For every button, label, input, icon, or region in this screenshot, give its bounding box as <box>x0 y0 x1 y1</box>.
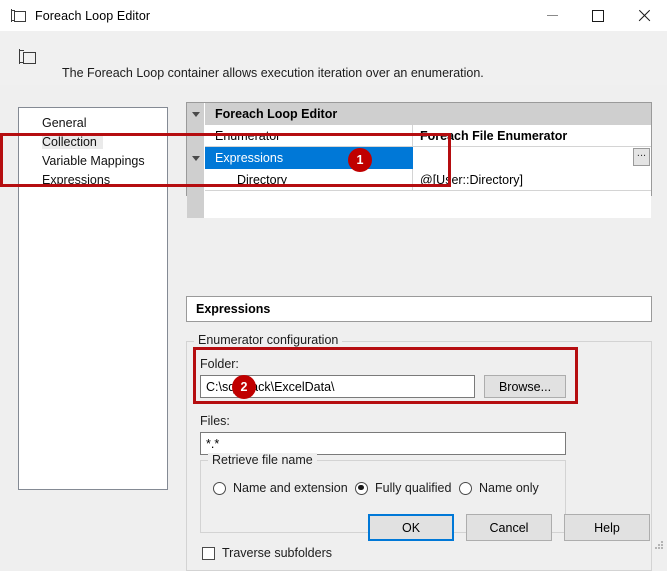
sidebar-item-label: Collection <box>42 135 103 149</box>
maximize-button[interactable] <box>575 0 621 31</box>
property-value-enumerator[interactable]: Foreach File Enumerator <box>413 125 651 147</box>
expander-cell <box>187 169 205 191</box>
radio-name-only[interactable]: Name only <box>459 481 539 495</box>
expander-cell[interactable] <box>187 103 205 125</box>
folder-input-value: C:\sqlshack\ExcelData\ <box>206 380 335 394</box>
window-title: Foreach Loop Editor <box>35 9 150 23</box>
radio-label: Name only <box>479 481 539 495</box>
window-controls <box>529 0 667 31</box>
property-grid-category-label: Foreach Loop Editor <box>205 103 651 125</box>
sidebar-item-collection[interactable]: Collection <box>19 133 167 152</box>
folder-label: Folder: <box>200 357 239 371</box>
property-value-directory[interactable]: @[User::Directory] <box>413 169 651 191</box>
loop-container-icon <box>18 48 36 66</box>
retrieve-file-name-legend: Retrieve file name <box>208 453 317 467</box>
chevron-down-icon[interactable] <box>192 112 200 117</box>
property-value-expressions[interactable]: ... <box>413 147 651 169</box>
property-grid-category-row[interactable]: Foreach Loop Editor <box>187 103 651 125</box>
close-button[interactable] <box>621 0 667 31</box>
property-grid[interactable]: Foreach Loop Editor Enumerator Foreach F… <box>186 102 652 196</box>
right-pane: Foreach Loop Editor Enumerator Foreach F… <box>186 102 652 196</box>
expander-cell <box>187 125 205 147</box>
sidebar-item-label: Expressions <box>42 173 110 187</box>
chevron-down-icon[interactable] <box>192 156 200 161</box>
sidebar-item-general[interactable]: General <box>19 114 167 133</box>
cancel-button[interactable]: Cancel <box>466 514 552 541</box>
enumerator-configuration-legend: Enumerator configuration <box>194 333 342 347</box>
files-input[interactable]: *.* <box>200 432 566 455</box>
description-banner: The Foreach Loop container allows execut… <box>0 31 667 85</box>
traverse-subfolders-checkbox[interactable]: Traverse subfolders <box>202 546 332 560</box>
ok-button[interactable]: OK <box>368 514 454 541</box>
table-row[interactable]: Expressions ... <box>187 147 651 169</box>
folder-input[interactable]: C:\sqlshack\ExcelData\ <box>200 375 475 398</box>
expressions-section-label: Expressions <box>196 302 270 316</box>
sidebar-item-label: General <box>42 116 86 130</box>
property-name-enumerator: Enumerator <box>205 125 413 147</box>
files-input-value: *.* <box>206 437 219 451</box>
radio-label: Name and extension <box>233 481 348 495</box>
sidebar-item-label: Variable Mappings <box>42 154 145 168</box>
minimize-button[interactable] <box>529 0 575 31</box>
ellipsis-button[interactable]: ... <box>633 148 650 166</box>
banner-description: The Foreach Loop container allows execut… <box>62 66 484 80</box>
table-row[interactable]: Directory @[User::Directory] <box>187 169 651 191</box>
sidebar-item-expressions[interactable]: Expressions <box>19 171 167 190</box>
files-label: Files: <box>200 414 230 428</box>
loop-container-icon <box>10 8 26 24</box>
radio-icon[interactable] <box>459 482 472 495</box>
resize-grip[interactable] <box>655 541 664 550</box>
radio-icon-selected[interactable] <box>355 482 368 495</box>
expressions-section-header: Expressions <box>186 296 652 322</box>
radio-icon[interactable] <box>213 482 226 495</box>
table-row[interactable]: Enumerator Foreach File Enumerator <box>187 125 651 147</box>
radio-label: Fully qualified <box>375 481 451 495</box>
page-list[interactable]: General Collection Variable Mappings Exp… <box>18 107 168 490</box>
sidebar-item-variable-mappings[interactable]: Variable Mappings <box>19 152 167 171</box>
checkbox-icon[interactable] <box>202 547 215 560</box>
browse-button[interactable]: Browse... <box>484 375 566 398</box>
property-name-directory: Directory <box>205 169 413 191</box>
expander-cell[interactable] <box>187 147 205 169</box>
help-button[interactable]: Help <box>564 514 650 541</box>
checkbox-label: Traverse subfolders <box>222 546 332 560</box>
radio-fully-qualified[interactable]: Fully qualified <box>355 481 451 495</box>
expander-cell <box>187 191 205 218</box>
property-name-expressions: Expressions <box>205 147 413 169</box>
property-grid-filler <box>187 191 651 218</box>
dialog-body: General Collection Variable Mappings Exp… <box>0 85 667 552</box>
title-bar: Foreach Loop Editor <box>0 0 667 31</box>
radio-name-and-extension[interactable]: Name and extension <box>213 481 348 495</box>
